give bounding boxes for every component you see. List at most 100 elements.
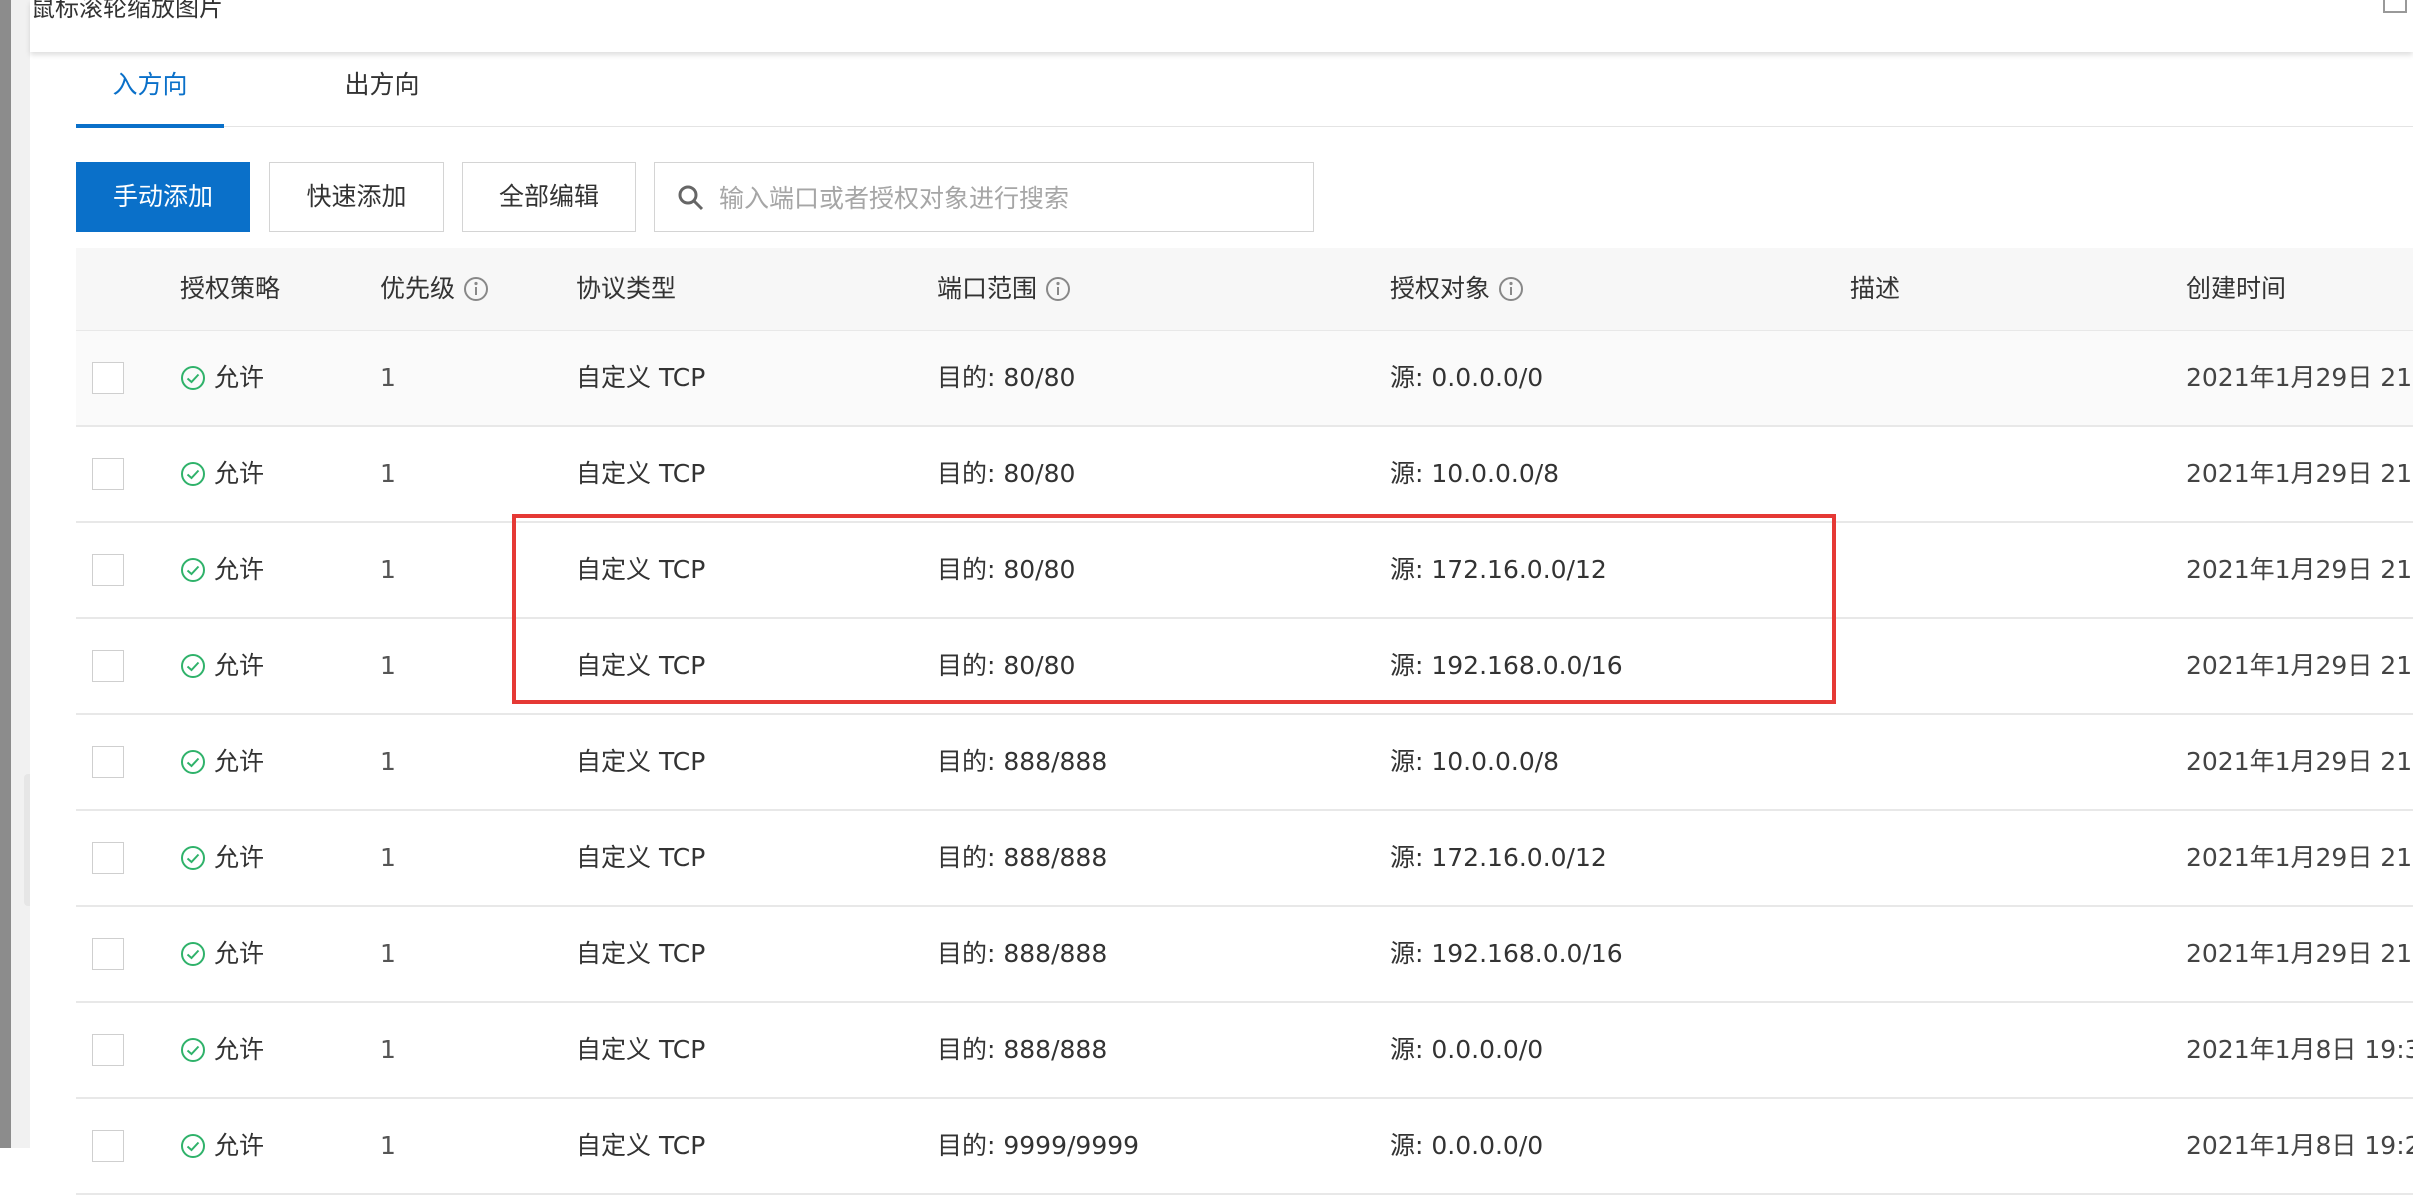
col-header-description: 描述 xyxy=(1850,248,1900,330)
cell-port-range: 目的: 80/80 xyxy=(937,651,1076,680)
cell-created: 2021年1月29日 21:39:2 xyxy=(2186,555,2413,584)
table-row[interactable]: 允许 1 自定义 TCP 目的: 9999/9999 源: 0.0.0.0/0 2021年… xyxy=(76,1099,2413,1195)
cell-priority: 1 xyxy=(380,747,396,776)
cell-protocol: 自定义 TCP xyxy=(576,1035,706,1064)
search-icon xyxy=(678,185,704,211)
cell-policy: 允许 xyxy=(180,715,264,809)
policy-label: 允许 xyxy=(214,843,265,872)
cell-protocol: 自定义 TCP xyxy=(576,747,706,776)
cell-port-range: 目的: 888/888 xyxy=(937,747,1108,776)
edit-all-button[interactable]: 全部编辑 xyxy=(462,162,636,232)
table-row[interactable]: 允许 1 自定义 TCP 目的: 80/80 源: 192.168.0.0/16 2021… xyxy=(76,619,2413,715)
col-header-port-range-label: 端口范围 xyxy=(937,274,1038,303)
check-circle-icon xyxy=(181,942,205,966)
col-header-description-label: 描述 xyxy=(1850,274,1901,303)
cell-auth-object: 源: 192.168.0.0/16 xyxy=(1390,939,1623,968)
cell-auth-object: 源: 0.0.0.0/0 xyxy=(1390,1035,1544,1064)
search-box[interactable] xyxy=(654,162,1314,232)
cell-protocol: 自定义 TCP xyxy=(576,843,706,872)
check-circle-icon xyxy=(181,846,205,870)
policy-label: 允许 xyxy=(214,1035,265,1064)
direction-tabs: 入方向 出方向 xyxy=(76,60,2413,128)
cell-policy: 允许 xyxy=(180,331,264,425)
row-checkbox[interactable] xyxy=(92,842,124,874)
col-header-protocol-label: 协议类型 xyxy=(576,274,677,303)
col-header-created-label: 创建时间 xyxy=(2186,274,2287,303)
cell-created: 2021年1月8日 19:22:0 xyxy=(2186,1131,2413,1160)
search-input[interactable] xyxy=(717,173,1301,223)
table-row[interactable]: 允许 1 自定义 TCP 目的: 888/888 源: 10.0.0.0/8 2021年1… xyxy=(76,715,2413,811)
expand-icon[interactable] xyxy=(2382,0,2410,16)
info-icon[interactable] xyxy=(1045,276,1071,302)
cell-priority: 1 xyxy=(380,363,396,392)
info-icon[interactable] xyxy=(1498,276,1524,302)
cell-auth-object: 源: 0.0.0.0/0 xyxy=(1390,363,1544,392)
cell-protocol: 自定义 TCP xyxy=(576,939,706,968)
cell-policy: 允许 xyxy=(180,427,264,521)
cell-protocol: 自定义 TCP xyxy=(576,1131,706,1160)
table-row[interactable]: 允许 1 自定义 TCP 目的: 888/888 源: 172.16.0.0/12 202… xyxy=(76,811,2413,907)
cell-auth-object: 源: 172.16.0.0/12 xyxy=(1390,555,1607,584)
check-circle-icon xyxy=(181,750,205,774)
row-checkbox[interactable] xyxy=(92,554,124,586)
row-checkbox[interactable] xyxy=(92,1130,124,1162)
tab-inbound[interactable]: 入方向 xyxy=(76,60,224,128)
check-circle-icon xyxy=(181,1134,205,1158)
col-header-policy-label: 授权策略 xyxy=(180,274,281,303)
row-checkbox[interactable] xyxy=(92,650,124,682)
row-checkbox[interactable] xyxy=(92,746,124,778)
cell-created: 2021年1月29日 21:39:2 xyxy=(2186,459,2413,488)
cell-port-range: 目的: 888/888 xyxy=(937,843,1108,872)
cell-priority: 1 xyxy=(380,939,396,968)
cell-auth-object: 源: 10.0.0.0/8 xyxy=(1390,747,1560,776)
cell-policy: 允许 xyxy=(180,1099,264,1193)
cell-policy: 允许 xyxy=(180,1003,264,1097)
cell-priority: 1 xyxy=(380,459,396,488)
info-icon[interactable] xyxy=(463,276,489,302)
cell-priority: 1 xyxy=(380,1131,396,1160)
cell-auth-object: 源: 172.16.0.0/12 xyxy=(1390,843,1607,872)
cell-auth-object: 源: 0.0.0.0/0 xyxy=(1390,1131,1544,1160)
cell-port-range: 目的: 888/888 xyxy=(937,1035,1108,1064)
row-checkbox[interactable] xyxy=(92,362,124,394)
col-header-protocol: 协议类型 xyxy=(576,248,676,330)
row-checkbox[interactable] xyxy=(92,1034,124,1066)
check-circle-icon xyxy=(181,558,205,582)
check-circle-icon xyxy=(181,366,205,390)
manual-add-button[interactable]: 手动添加 xyxy=(76,162,250,232)
policy-label: 允许 xyxy=(214,363,265,392)
table-body: 允许 1 自定义 TCP 目的: 80/80 源: 0.0.0.0/0 2021年1月29… xyxy=(76,331,2413,1195)
title-bar: 鼠标滚轮缩放图片 xyxy=(30,0,2413,52)
table-row[interactable]: 允许 1 自定义 TCP 目的: 80/80 源: 172.16.0.0/12 2021年… xyxy=(76,523,2413,619)
cell-protocol: 自定义 TCP xyxy=(576,555,706,584)
cell-port-range: 目的: 80/80 xyxy=(937,459,1076,488)
table-row[interactable]: 允许 1 自定义 TCP 目的: 888/888 源: 0.0.0.0/0 2021年1月… xyxy=(76,1003,2413,1099)
cell-priority: 1 xyxy=(380,651,396,680)
row-checkbox[interactable] xyxy=(92,458,124,490)
cell-created: 2021年1月29日 21:38:3 xyxy=(2186,843,2413,872)
table-row[interactable]: 允许 1 自定义 TCP 目的: 80/80 源: 0.0.0.0/0 2021年1月29… xyxy=(76,331,2413,427)
check-circle-icon xyxy=(181,654,205,678)
policy-label: 允许 xyxy=(214,651,265,680)
cell-policy: 允许 xyxy=(180,811,264,905)
policy-label: 允许 xyxy=(214,747,265,776)
cell-created: 2021年1月29日 21:39:2 xyxy=(2186,651,2413,680)
cell-port-range: 目的: 9999/9999 xyxy=(937,1131,1140,1160)
col-header-created: 创建时间 xyxy=(2186,248,2286,330)
cell-auth-object: 源: 192.168.0.0/16 xyxy=(1390,651,1623,680)
tab-outbound[interactable]: 出方向 xyxy=(302,60,462,126)
cell-created: 2021年1月29日 21:39:2 xyxy=(2186,363,2413,392)
table-row[interactable]: 允许 1 自定义 TCP 目的: 80/80 源: 10.0.0.0/8 2021年1月2… xyxy=(76,427,2413,523)
side-gutter xyxy=(11,0,30,1148)
cell-port-range: 目的: 80/80 xyxy=(937,555,1076,584)
policy-label: 允许 xyxy=(214,459,265,488)
cell-created: 2021年1月29日 21:38:3 xyxy=(2186,747,2413,776)
quick-add-button[interactable]: 快速添加 xyxy=(269,162,444,232)
col-header-auth-object: 授权对象 xyxy=(1390,248,1524,330)
policy-label: 允许 xyxy=(214,1131,265,1160)
table-row[interactable]: 允许 1 自定义 TCP 目的: 888/888 源: 192.168.0.0/16 20… xyxy=(76,907,2413,1003)
row-checkbox[interactable] xyxy=(92,938,124,970)
table-header: 授权策略 优先级 协议类型 端口范围 授权对象 描述 创建时间 xyxy=(76,248,2413,331)
check-circle-icon xyxy=(181,1038,205,1062)
cell-policy: 允许 xyxy=(180,907,264,1001)
